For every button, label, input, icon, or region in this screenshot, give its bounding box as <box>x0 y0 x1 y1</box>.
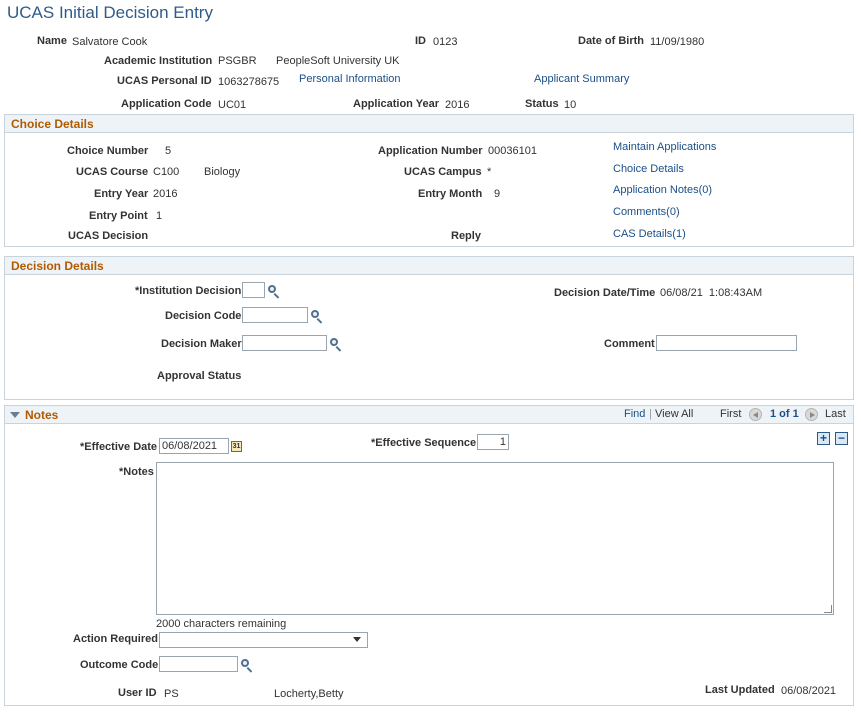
last-label: Last <box>825 408 846 420</box>
choice-details-link[interactable]: Choice Details <box>613 163 684 175</box>
decision-maker-input[interactable] <box>242 335 327 351</box>
personal-information-link[interactable]: Personal Information <box>299 73 401 85</box>
next-row-icon[interactable] <box>805 408 818 421</box>
status-value: 10 <box>564 99 577 111</box>
decision-maker-label: Decision Maker <box>161 338 242 350</box>
maintain-applications-link[interactable]: Maintain Applications <box>613 141 716 153</box>
choice-number-label: Choice Number <box>67 145 149 157</box>
user-id-value: PS <box>164 688 179 700</box>
last-updated-value: 06/08/2021 <box>781 685 837 697</box>
institution-code: PSGBR <box>218 55 257 67</box>
choice-number-value: 5 <box>165 145 172 157</box>
ucas-course-name: Biology <box>204 166 241 178</box>
app-number-value: 00036101 <box>488 145 537 157</box>
chevron-down-icon[interactable] <box>353 637 361 642</box>
page-indicator: 1 of 1 <box>770 408 799 420</box>
outcome-code-label: Outcome Code <box>80 659 159 671</box>
notes-label: *Notes <box>119 466 154 478</box>
decision-code-lookup-icon[interactable] <box>310 309 324 324</box>
id-label: ID <box>415 35 426 47</box>
action-required-label: Action Required <box>73 633 158 645</box>
decision-maker-lookup-icon[interactable] <box>329 337 343 352</box>
dob-label: Date of Birth <box>578 35 644 47</box>
find-link[interactable]: Find <box>624 408 645 420</box>
comments-link[interactable]: Comments(0) <box>613 206 680 218</box>
last-updated-label: Last Updated <box>705 684 775 696</box>
calendar-icon[interactable]: 31 <box>231 441 242 452</box>
cas-details-link[interactable]: CAS Details(1) <box>613 228 686 240</box>
institution-decision-lookup-icon[interactable] <box>267 284 281 299</box>
dob-value: 11/09/1980 <box>650 36 705 48</box>
outcome-code-input[interactable] <box>159 656 238 672</box>
institution-name: PeopleSoft University UK <box>276 55 400 67</box>
comment-input[interactable] <box>656 335 797 351</box>
ucas-pid-label: UCAS Personal ID <box>117 75 212 87</box>
page-title: UCAS Initial Decision Entry <box>7 3 213 22</box>
app-code-label: Application Code <box>121 98 212 110</box>
decision-code-label: Decision Code <box>165 310 242 322</box>
institution-label: Academic Institution <box>104 55 213 67</box>
user-name: Locherty,Betty <box>274 688 344 700</box>
notes-textarea[interactable] <box>156 462 834 615</box>
user-id-label: User ID <box>118 687 157 699</box>
entry-month-value: 9 <box>494 188 501 200</box>
view-all-link[interactable]: View All <box>655 408 693 420</box>
effective-sequence-input[interactable]: 1 <box>477 434 509 450</box>
choice-details-header: Choice Details <box>4 114 854 133</box>
decision-datetime-label: Decision Date/Time <box>554 287 656 299</box>
entry-year-label: Entry Year <box>94 188 149 200</box>
ucas-pid-value: 1063278675 <box>218 76 280 88</box>
effective-sequence-label: *Effective Sequence <box>371 437 477 449</box>
ucas-campus-value: * <box>487 166 492 178</box>
name-label: Name <box>37 35 67 47</box>
delete-row-button[interactable]: − <box>835 432 848 445</box>
ucas-campus-label: UCAS Campus <box>404 166 482 178</box>
approval-status-label: Approval Status <box>157 370 242 382</box>
ucas-course-code: C100 <box>153 166 180 178</box>
effective-date-label: *Effective Date <box>80 441 158 453</box>
entry-point-label: Entry Point <box>89 210 148 222</box>
ucas-decision-label: UCAS Decision <box>68 230 149 242</box>
entry-year-value: 2016 <box>153 188 178 200</box>
comment-label: Comment <box>604 338 655 350</box>
decision-datetime-value: 06/08/21 1:08:43AM <box>660 287 763 299</box>
collapse-arrow-icon[interactable] <box>10 412 20 418</box>
decision-details-section <box>4 256 854 400</box>
effective-date-input[interactable]: 06/08/2021 <box>159 438 229 454</box>
previous-row-icon[interactable] <box>749 408 762 421</box>
chars-remaining: 2000 characters remaining <box>156 618 287 630</box>
notes-title[interactable]: Notes <box>25 408 58 422</box>
institution-decision-input[interactable] <box>242 282 265 298</box>
applicant-summary-link[interactable]: Applicant Summary <box>534 73 629 85</box>
reply-label: Reply <box>451 230 481 242</box>
app-number-label: Application Number <box>378 145 483 157</box>
institution-decision-label: *Institution Decision <box>135 285 242 297</box>
nav-separator: | <box>649 408 652 420</box>
app-code-value: UC01 <box>218 99 247 111</box>
ucas-course-label: UCAS Course <box>76 166 149 178</box>
action-required-select[interactable] <box>159 632 368 648</box>
app-year-value: 2016 <box>445 99 470 111</box>
name-value: Salvatore Cook <box>72 36 148 48</box>
application-notes-link[interactable]: Application Notes(0) <box>613 184 712 196</box>
status-label: Status <box>525 98 559 110</box>
entry-month-label: Entry Month <box>418 188 483 200</box>
choice-details-title: Choice Details <box>11 117 94 131</box>
add-row-button[interactable]: + <box>817 432 830 445</box>
entry-point-value: 1 <box>156 210 163 222</box>
decision-code-input[interactable] <box>242 307 308 323</box>
decision-details-title: Decision Details <box>11 259 104 273</box>
first-label: First <box>720 408 742 420</box>
choice-details-section <box>4 114 854 247</box>
decision-details-header: Decision Details <box>4 256 854 275</box>
outcome-code-lookup-icon[interactable] <box>240 658 254 673</box>
id-value: 0123 <box>433 36 458 48</box>
app-year-label: Application Year <box>353 98 439 110</box>
resize-handle-icon[interactable] <box>824 605 832 613</box>
